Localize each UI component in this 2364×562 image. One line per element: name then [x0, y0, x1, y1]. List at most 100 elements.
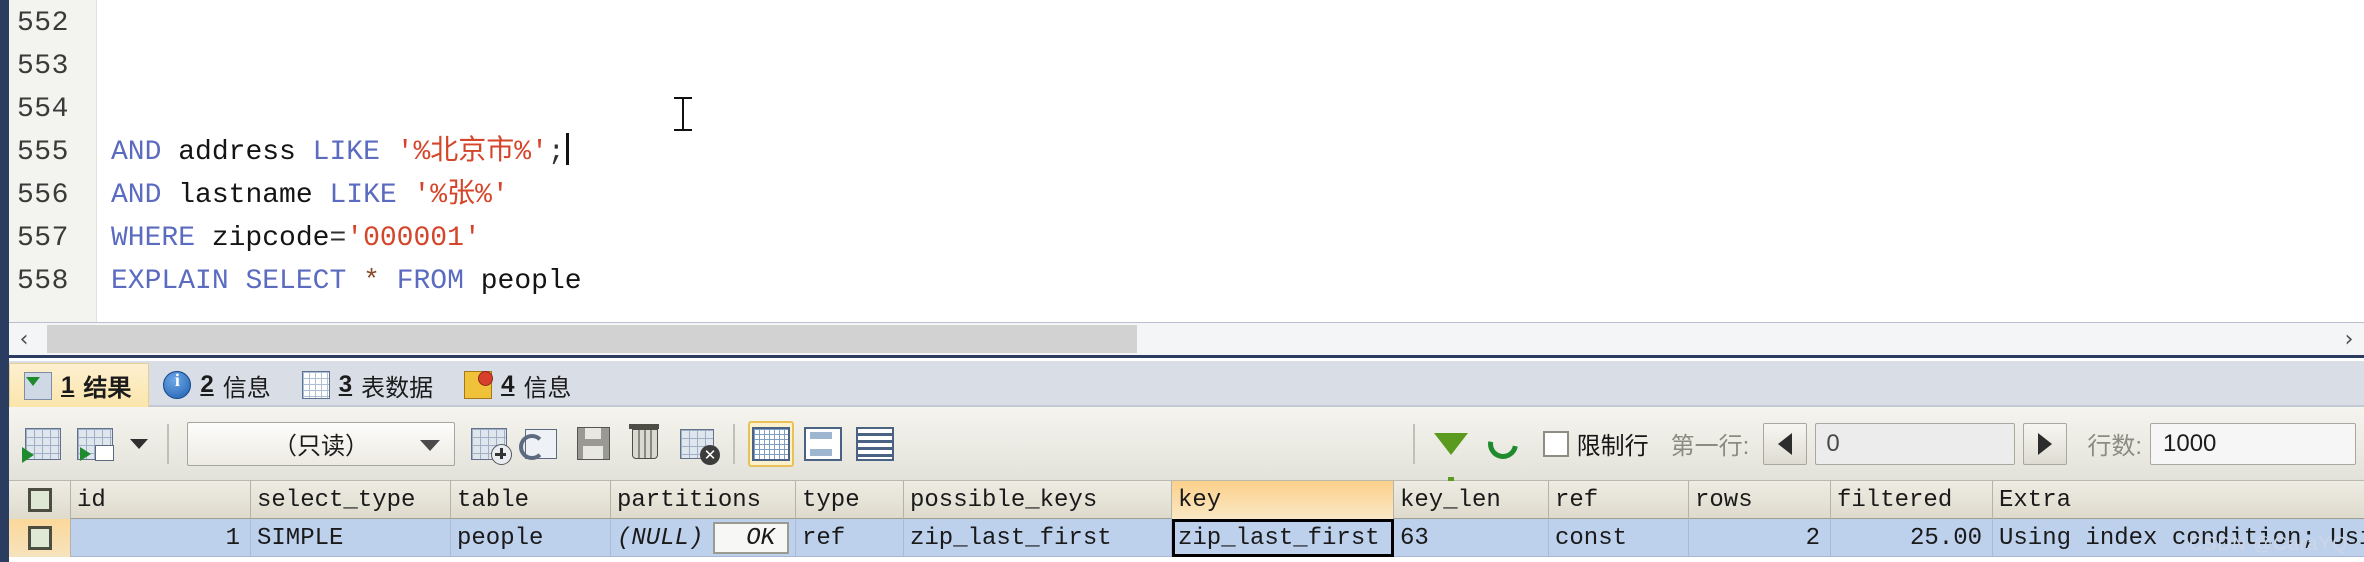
sql-editor[interactable]: 552 553 554 555 556 557 558 AND address LIKE '… [0, 0, 2364, 322]
tab-number: 4 [501, 371, 515, 398]
mouse-cursor-ibeam [674, 97, 692, 131]
code-line[interactable]: AND address LIKE '%北京市%'; [97, 131, 2364, 174]
code-token: FROM [396, 266, 464, 297]
row-count-input[interactable]: 1000 [2150, 422, 2356, 465]
tab-number: 3 [338, 371, 353, 398]
column-header-ref[interactable]: ref [1549, 481, 1689, 519]
refresh-icon [1481, 422, 1524, 465]
result-toolbar: （只读） ✕ 限制行 第一行: 0 行数: 1000 [9, 407, 2364, 489]
scroll-right-arrow-icon[interactable]: › [2334, 323, 2364, 355]
code-line[interactable]: WHERE zipcode='000001' [97, 217, 2364, 260]
cell-ref[interactable]: const [1549, 519, 1689, 557]
limit-rows-checkbox[interactable] [1542, 430, 1569, 457]
chevron-down-icon [420, 439, 440, 451]
select-all-rows-checkbox[interactable] [9, 481, 71, 519]
column-header-possible_keys[interactable]: possible_keys [904, 481, 1172, 519]
scrollbar-thumb[interactable] [47, 325, 1137, 353]
code-token: '%张%' [413, 180, 509, 211]
cell-editor-ok[interactable]: OK [713, 522, 789, 554]
column-header-table[interactable]: table [451, 481, 611, 519]
cell-key[interactable]: zip_last_first [1172, 519, 1394, 557]
cell-type[interactable]: ref [796, 519, 904, 557]
cell-Extra[interactable]: Using index condition; Using wher [1993, 519, 2364, 557]
delete-row-button[interactable] [622, 421, 668, 467]
tab-label: 结果 [83, 375, 132, 402]
tab-信息[interactable]: 2 信息 [149, 363, 287, 407]
info-circle-icon [163, 370, 192, 399]
code-line[interactable] [97, 45, 2364, 88]
insert-row-button[interactable] [466, 421, 512, 467]
delete-selected-rows-button[interactable]: ✕ [674, 421, 720, 467]
edit-mode-select[interactable]: （只读） [187, 421, 455, 466]
cell-partitions[interactable]: (NULL) OK [611, 519, 796, 557]
cell-key_len[interactable]: 63 [1394, 519, 1549, 557]
view-dropdown-button[interactable] [124, 421, 154, 467]
scroll-left-arrow-icon[interactable]: ‹ [9, 323, 39, 355]
row-count-label: 行数: [2087, 433, 2142, 460]
cell-possible_keys[interactable]: zip_last_first [904, 519, 1172, 557]
row-selector-checkbox[interactable] [9, 519, 71, 557]
note-icon [464, 371, 494, 399]
tab-结果[interactable]: 1 结果 [9, 363, 150, 407]
delete-row-icon: ✕ [680, 428, 720, 465]
code-token: LIKE [329, 180, 397, 211]
line-number: 556 [17, 180, 69, 211]
first-row-input[interactable]: 0 [1815, 422, 2016, 465]
row-count-value: 1000 [2163, 429, 2217, 457]
grid-view-button[interactable] [748, 420, 794, 467]
cell-id[interactable]: 1 [71, 519, 251, 557]
code-line[interactable] [97, 2, 2364, 45]
cell-table[interactable]: people [451, 519, 611, 557]
filter-button[interactable] [1428, 421, 1474, 489]
scrollbar-track[interactable] [39, 324, 2334, 354]
column-header-partitions[interactable]: partitions [611, 481, 796, 519]
revert-row-button[interactable] [518, 421, 564, 467]
cell-rows[interactable]: 2 [1689, 519, 1831, 557]
editor-horizontal-scrollbar[interactable]: ‹ › [9, 322, 2364, 358]
refresh-button[interactable] [1480, 421, 1526, 467]
tab-信息[interactable]: 4 信息 [450, 363, 588, 407]
code-line[interactable] [97, 88, 2364, 131]
toolbar-separator-1 [167, 423, 169, 464]
column-header-key_len[interactable]: key_len [1394, 481, 1549, 519]
form-view-button[interactable] [800, 421, 846, 467]
cell-filtered[interactable]: 25.00 [1831, 519, 1993, 557]
filter-funnel-icon [1433, 432, 1468, 489]
column-header-type[interactable]: type [796, 481, 904, 519]
revert-icon [519, 428, 557, 460]
line-number: 553 [17, 51, 69, 82]
explain-result-grid[interactable]: id select_type table partitions type possible… [9, 481, 2364, 562]
result-tabstrip: 1 结果 2 信息 3 表数据 4 信息 [9, 361, 2364, 407]
column-header-key[interactable]: key [1172, 481, 1394, 519]
first-row-value: 0 [1826, 429, 1840, 457]
column-header-filtered[interactable]: filtered [1831, 481, 1993, 519]
column-header-Extra[interactable]: Extra [1993, 481, 2364, 519]
cell-select_type[interactable]: SIMPLE [251, 519, 451, 557]
tab-label: 信息 [523, 374, 572, 402]
column-header-id[interactable]: id [71, 481, 251, 519]
code-line[interactable]: AND lastname LIKE '%张%' [97, 174, 2364, 217]
tab-表数据[interactable]: 3 表数据 [288, 363, 450, 407]
column-header-select_type[interactable]: select_type [251, 481, 451, 519]
text-view-button[interactable] [852, 421, 898, 467]
prev-page-button[interactable] [1763, 422, 1808, 465]
table-row[interactable]: 1 SIMPLE people (NULL) OK ref zip_last_first zi… [9, 519, 2364, 557]
tab-label: 表数据 [361, 374, 434, 402]
code-line[interactable]: EXPLAIN SELECT * FROM people [97, 260, 2364, 303]
column-header-rows[interactable]: rows [1689, 481, 1831, 519]
open-in-new-window-button[interactable] [72, 421, 118, 467]
line-number: 557 [17, 223, 69, 254]
arrow-left-icon [1778, 432, 1793, 455]
next-page-button[interactable] [2023, 422, 2068, 465]
line-number: 555 [17, 137, 69, 168]
cell-partitions-text: (NULL) [617, 524, 704, 552]
limit-rows-control[interactable]: 限制行 [1542, 426, 1649, 461]
sql-code-area[interactable]: AND address LIKE '%北京市%'; AND lastname LI… [97, 0, 2364, 322]
apply-changes-button[interactable] [570, 421, 616, 467]
open-in-grid-button[interactable] [20, 421, 66, 467]
